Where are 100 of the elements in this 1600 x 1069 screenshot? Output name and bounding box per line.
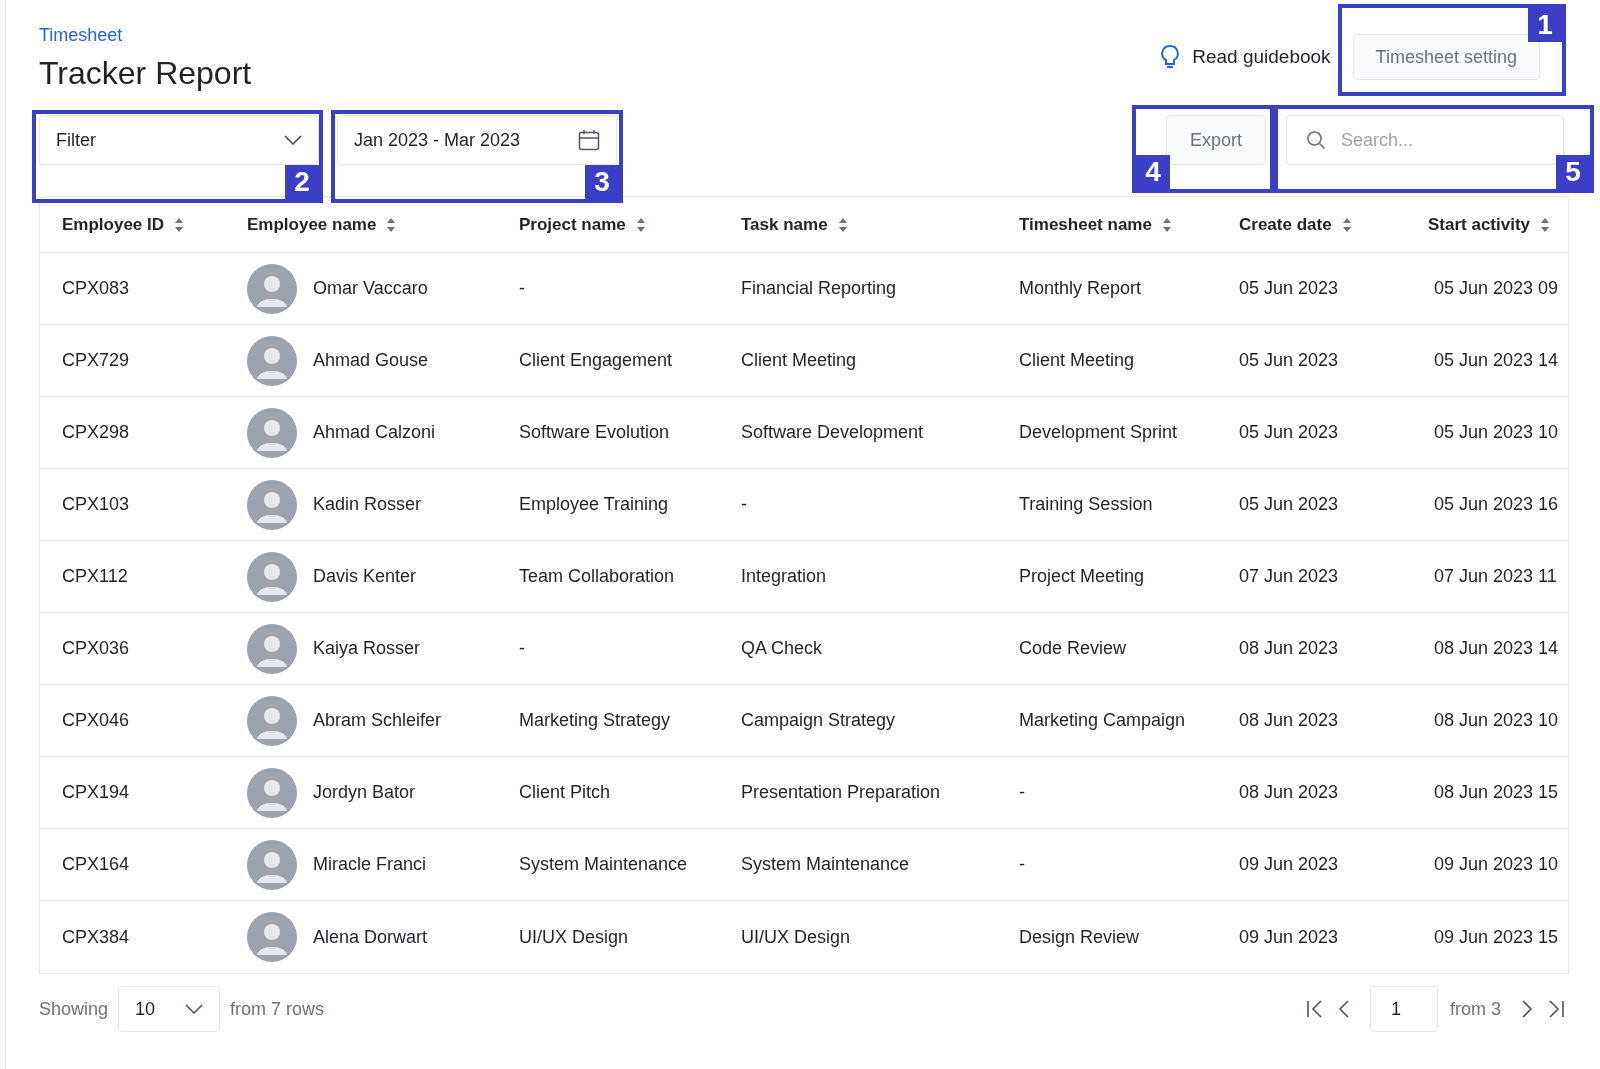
table-cell: CPX384 xyxy=(62,926,130,947)
guidebook-link[interactable]: Read guidebook xyxy=(1160,42,1331,72)
table-cell: - xyxy=(519,278,525,298)
table-cell: Client Meeting xyxy=(1019,350,1135,370)
date-range-picker[interactable]: Jan 2023 - Mar 2023 xyxy=(337,115,617,165)
table-cell: UI/UX Design xyxy=(741,926,851,947)
column-header: Employee name xyxy=(247,213,377,236)
chevron-down-icon xyxy=(185,1004,204,1014)
page-size-dropdown[interactable]: 10 xyxy=(118,986,221,1032)
export-button[interactable]: Export xyxy=(1165,115,1266,165)
avatar-icon xyxy=(247,335,297,386)
table-cell: 07 Jun 2023 xyxy=(1239,566,1339,586)
table-cell: CPX164 xyxy=(62,854,130,874)
table-cell: Client Meeting xyxy=(741,350,857,370)
table-cell: - xyxy=(519,638,525,658)
table-cell-text: Ahmad Calzoni xyxy=(313,421,436,444)
avatar-icon xyxy=(247,912,297,962)
sort-icon[interactable] xyxy=(1540,216,1551,233)
table-cell-text: Alena Dorwart xyxy=(313,925,428,949)
table-cell: 08 Jun 2023 xyxy=(1239,638,1339,658)
search-field[interactable]: Search... xyxy=(1286,115,1564,165)
table-cell: Design Review xyxy=(1019,926,1140,947)
callout-number: 4 xyxy=(1135,155,1170,189)
breadcrumb-link[interactable]: Timesheet xyxy=(39,22,252,49)
table-cell: 09 Jun 2023 10 xyxy=(1434,854,1559,874)
table-cell: Team Collaboration xyxy=(519,566,675,586)
table-cell: Marketing Strategy xyxy=(519,710,671,730)
table-cell: UI/UX Design xyxy=(519,926,629,947)
callout-number: 3 xyxy=(585,165,619,199)
table-cell: Employee Training xyxy=(519,494,669,514)
sort-icon[interactable] xyxy=(837,216,848,233)
table-cell: CPX194 xyxy=(62,782,130,802)
lightbulb-icon xyxy=(1160,44,1181,70)
table-cell: Client Pitch xyxy=(519,782,611,802)
table-cell: CPX083 xyxy=(62,278,130,298)
sort-icon[interactable] xyxy=(386,216,397,233)
column-header: Task name xyxy=(741,213,828,236)
table-cell: QA Check xyxy=(741,638,823,658)
table-cell: 05 Jun 2023 10 xyxy=(1434,422,1559,442)
table-cell: 09 Jun 2023 15 xyxy=(1434,926,1559,947)
showing-label: Showing xyxy=(39,997,109,1021)
sort-icon[interactable] xyxy=(1341,216,1352,233)
avatar-icon xyxy=(247,263,297,314)
table-cell: Integration xyxy=(741,566,827,586)
table-cell: - xyxy=(741,494,747,514)
next-page-icon[interactable] xyxy=(1521,1000,1533,1018)
table-cell: - xyxy=(1019,782,1025,802)
table-cell: CPX046 xyxy=(62,710,130,730)
table-cell-text: Kadin Rosser xyxy=(313,493,422,516)
table-cell: Project Meeting xyxy=(1019,566,1145,586)
table-cell: 05 Jun 2023 14 xyxy=(1434,350,1559,370)
table-cell: 09 Jun 2023 xyxy=(1239,926,1339,947)
table-cell: 08 Jun 2023 15 xyxy=(1434,782,1559,802)
table-cell: Client Engagement xyxy=(519,350,673,370)
table-cell-text: Abram Schleifer xyxy=(313,709,442,732)
table-cell: 08 Jun 2023 xyxy=(1239,782,1339,802)
table-cell-text: Jordyn Bator xyxy=(313,781,416,804)
avatar-icon xyxy=(247,407,297,458)
table-cell-text: Ahmad Gouse xyxy=(313,349,429,372)
callout-number: 5 xyxy=(1556,155,1590,189)
table-cell: 09 Jun 2023 xyxy=(1239,854,1339,874)
callout-number: 1 xyxy=(1528,8,1562,42)
table-cell-text: Miracle Franci xyxy=(313,853,427,876)
table-cell: Presentation Preparation xyxy=(741,782,941,802)
table-cell: Development Sprint xyxy=(1019,422,1178,442)
table-cell-text: Kaiya Rosser xyxy=(313,637,421,660)
chevron-down-icon xyxy=(284,135,302,145)
table-cell: 05 Jun 2023 xyxy=(1239,350,1339,370)
table-cell: Software Evolution xyxy=(519,422,670,442)
table-cell: System Maintenance xyxy=(519,854,688,874)
search-icon xyxy=(1306,130,1326,150)
table-cell: Marketing Campaign xyxy=(1019,710,1186,730)
table-cell-text: Omar Vaccaro xyxy=(313,277,428,300)
column-header: Project name xyxy=(519,213,626,236)
avatar-icon xyxy=(247,623,297,674)
sort-icon[interactable] xyxy=(635,216,646,233)
column-header: Create date xyxy=(1239,213,1332,236)
avatar-icon xyxy=(247,479,297,530)
page-input[interactable]: 1 xyxy=(1370,986,1438,1032)
rows-label: from 7 rows xyxy=(230,997,325,1021)
table-cell: CPX036 xyxy=(62,638,130,658)
table-cell: CPX298 xyxy=(62,422,130,442)
sort-icon[interactable] xyxy=(1161,216,1172,233)
table-cell: 05 Jun 2023 xyxy=(1239,278,1339,298)
page-title: Tracker Report xyxy=(39,54,252,93)
filter-dropdown[interactable]: Filter xyxy=(39,115,319,165)
avatar-icon xyxy=(247,839,297,890)
callout-number: 2 xyxy=(285,165,319,199)
table-cell: Financial Reporting xyxy=(741,278,897,298)
previous-page-icon[interactable] xyxy=(1338,1000,1350,1018)
sort-icon[interactable] xyxy=(174,216,185,233)
table-cell: CPX729 xyxy=(62,350,130,370)
table-cell: Software Development xyxy=(741,422,924,442)
column-header: Timesheet name xyxy=(1019,213,1152,236)
column-header: Start activity xyxy=(1428,213,1531,236)
table-cell: Monthly Report xyxy=(1019,278,1142,298)
settings-button[interactable]: Timesheet setting xyxy=(1352,34,1540,80)
table-cell: 05 Jun 2023 16 xyxy=(1434,494,1559,514)
avatar-icon xyxy=(247,767,297,818)
table-cell: - xyxy=(1019,854,1025,874)
